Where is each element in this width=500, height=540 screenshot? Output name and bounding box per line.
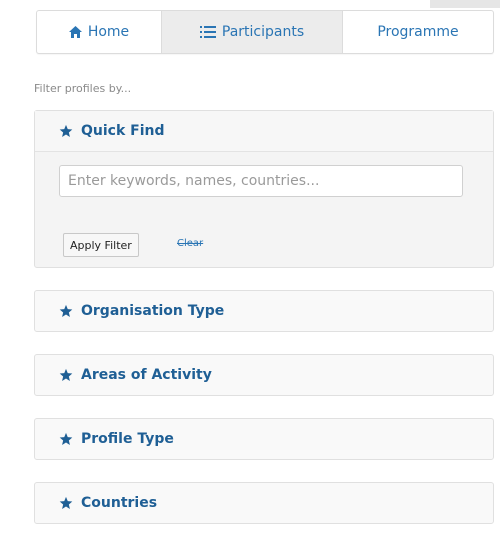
organisation-type-header[interactable]: Organisation Type <box>35 291 493 331</box>
quick-find-header[interactable]: Quick Find <box>35 111 493 152</box>
profile-type-header[interactable]: Profile Type <box>35 419 493 459</box>
areas-of-activity-panel: Areas of Activity <box>34 354 494 396</box>
countries-header[interactable]: Countries <box>35 483 493 523</box>
top-strip <box>430 0 500 8</box>
star-icon <box>59 432 73 446</box>
profile-type-title: Profile Type <box>81 431 174 447</box>
tab-programme[interactable]: Programme <box>343 11 493 53</box>
quick-find-title: Quick Find <box>81 123 165 139</box>
quick-find-panel: Quick Find Apply Filter Clear <box>34 110 494 268</box>
countries-title: Countries <box>81 495 158 511</box>
clear-link[interactable]: Clear <box>177 238 203 249</box>
search-input[interactable] <box>59 165 463 197</box>
main-tabs: Home Participants Programme <box>36 10 494 54</box>
tab-home[interactable]: Home <box>37 11 162 53</box>
apply-filter-button[interactable]: Apply Filter <box>63 233 139 257</box>
areas-of-activity-title: Areas of Activity <box>81 367 212 383</box>
star-icon <box>59 304 73 318</box>
profile-type-panel: Profile Type <box>34 418 494 460</box>
tab-participants[interactable]: Participants <box>162 11 343 53</box>
areas-of-activity-header[interactable]: Areas of Activity <box>35 355 493 395</box>
tab-participants-label: Participants <box>221 24 305 40</box>
countries-panel: Countries <box>34 482 494 524</box>
organisation-type-panel: Organisation Type <box>34 290 494 332</box>
tab-programme-label: Programme <box>377 24 459 40</box>
organisation-type-title: Organisation Type <box>81 303 225 319</box>
star-icon <box>59 496 73 510</box>
home-icon <box>68 26 82 38</box>
tab-home-label: Home <box>87 24 130 40</box>
list-icon <box>199 26 216 38</box>
star-icon <box>59 124 73 138</box>
star-icon <box>59 368 73 382</box>
filter-intro-label: Filter profiles by... <box>34 82 132 95</box>
